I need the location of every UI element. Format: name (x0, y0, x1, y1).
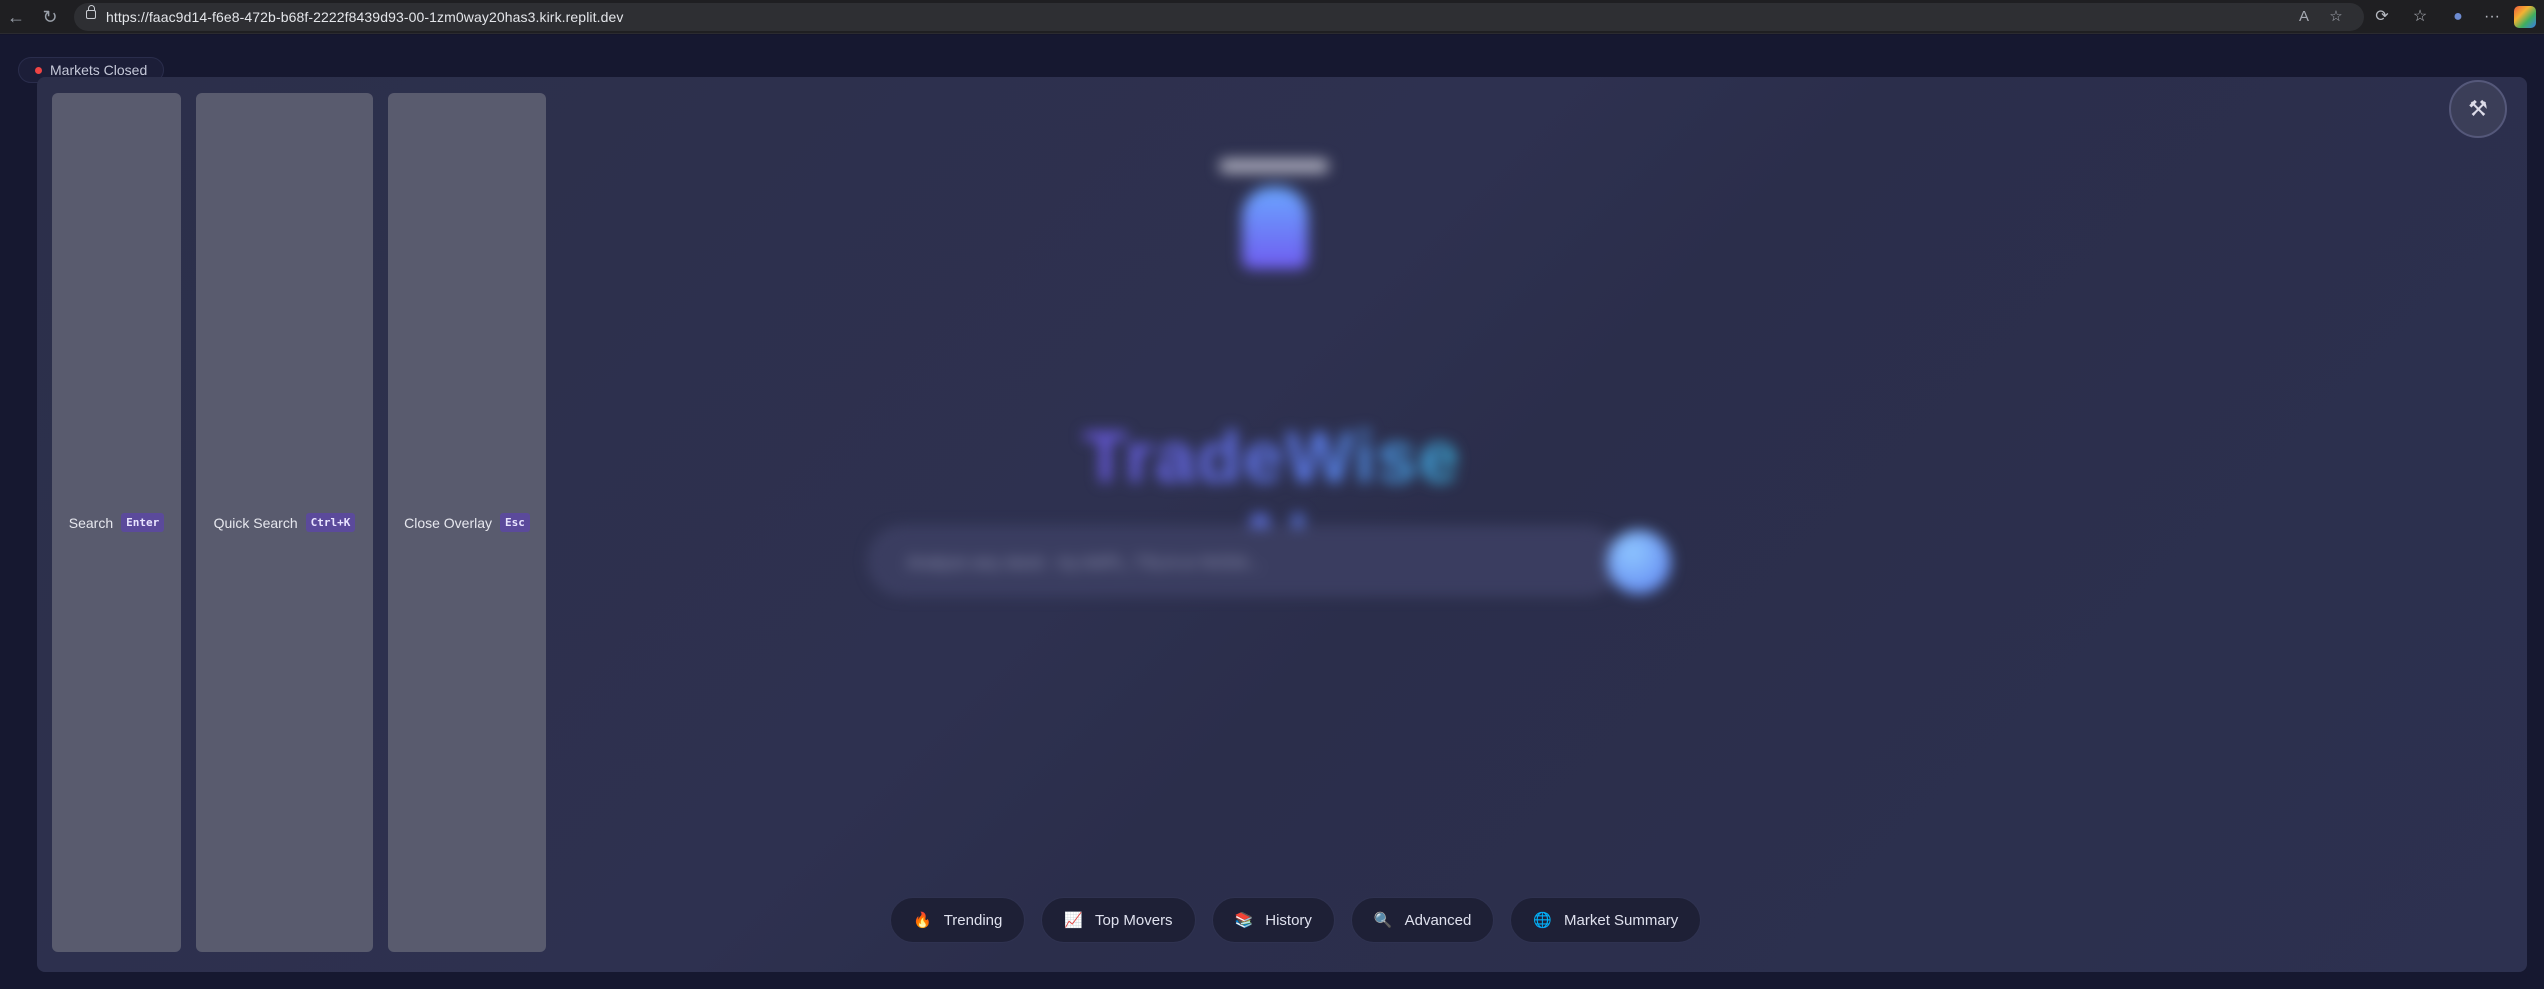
url-text[interactable]: https://faac9d14-f6e8-472b-b68f-2222f843… (106, 9, 623, 25)
shortcut-label: Search (68, 514, 114, 531)
search-submit-button[interactable] (1607, 530, 1671, 594)
back-icon[interactable]: ← (4, 5, 28, 29)
read-aloud-icon[interactable]: A (2294, 7, 2314, 27)
fire-icon: 🔥 (913, 911, 932, 929)
tools-icon: ⚒ (2468, 96, 2488, 121)
history-button[interactable]: 📚 History (1211, 897, 1335, 943)
chip-label: Trending (943, 911, 1003, 929)
keyboard-shortcuts-overlay: TradeWise AI Analyze any stock - try AAP… (37, 77, 2527, 972)
top-movers-button[interactable]: 📈 Top Movers (1041, 897, 1196, 943)
chip-label: History (1265, 911, 1312, 929)
more-menu-icon[interactable]: ··· (2480, 5, 2504, 29)
chip-label: Top Movers (1095, 911, 1173, 929)
stock-search-input[interactable]: Analyze any stock - try AAPL, TSLA or NV… (869, 527, 1619, 595)
app-logo-icon (1242, 187, 1308, 269)
logo-label (1219, 159, 1329, 173)
magnifier-icon: 🔍 (1373, 911, 1393, 929)
browser-toolbar: ← ↻ https://faac9d14-f6e8-472b-b68f-2222… (0, 0, 2544, 34)
favorites-icon[interactable]: ☆ (2408, 5, 2432, 29)
shortcut-search[interactable]: Search Enter (52, 93, 181, 952)
shortcut-label: Close Overlay (404, 514, 493, 531)
market-status-label: Markets Closed (50, 62, 148, 78)
profile-icon[interactable]: ● (2446, 5, 2470, 29)
tools-button[interactable]: ⚒ (2449, 80, 2507, 138)
books-icon: 📚 (1234, 911, 1254, 929)
shortcut-quick-search[interactable]: Quick Search Ctrl+K (196, 93, 373, 952)
chip-label: Market Summary (1564, 911, 1679, 929)
shortcut-label: Quick Search (213, 514, 298, 531)
shortcut-key: Esc (500, 513, 530, 532)
lock-icon[interactable] (86, 5, 96, 19)
globe-icon: 🌐 (1533, 911, 1553, 929)
status-dot (35, 67, 42, 74)
chart-icon: 📈 (1064, 911, 1084, 929)
trending-button[interactable]: 🔥 Trending (890, 897, 1026, 943)
advanced-button[interactable]: 🔍 Advanced (1350, 897, 1495, 943)
refresh-icon[interactable]: ↻ (38, 5, 62, 29)
favorite-star-icon[interactable]: ☆ (2326, 7, 2346, 27)
search-placeholder: Analyze any stock - try AAPL, TSLA or NV… (907, 553, 1262, 572)
chip-label: Advanced (1404, 911, 1472, 929)
quick-actions: 🔥 Trending 📈 Top Movers 📚 History 🔍 Adva… (890, 897, 1702, 943)
page: Markets Closed TradeWise AI Analyze any … (0, 35, 2544, 989)
extensions-icon[interactable]: ⟳ (2370, 5, 2394, 29)
shortcut-key: Enter (121, 513, 165, 532)
shortcut-key: Ctrl+K (305, 513, 356, 532)
market-summary-button[interactable]: 🌐 Market Summary (1510, 897, 1702, 943)
address-bar[interactable]: https://faac9d14-f6e8-472b-b68f-2222f843… (74, 3, 2364, 31)
shortcut-close-overlay[interactable]: Close Overlay Esc (388, 93, 546, 952)
copilot-icon[interactable] (2514, 6, 2536, 28)
